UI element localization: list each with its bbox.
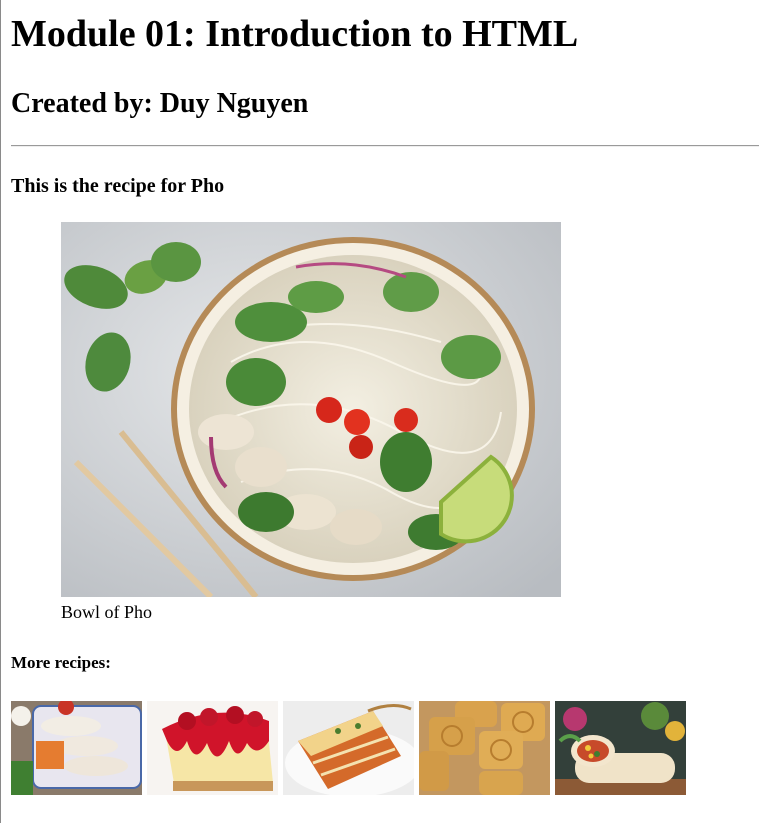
more-recipes-gallery (11, 701, 686, 795)
more-recipes-heading: More recipes: (11, 653, 111, 672)
mooncake-thumbnail (419, 701, 550, 795)
pho-image (61, 222, 561, 597)
recipe-intro: This is the recipe for Pho (11, 175, 225, 197)
lasagna-thumbnail (283, 701, 414, 795)
pho-caption: Bowl of Pho (61, 602, 153, 622)
burrito-thumbnail (555, 701, 686, 795)
pho-figure: Bowl of Pho (61, 222, 561, 621)
divider (11, 145, 759, 147)
page-title: Module 01: Introduction to HTML (11, 13, 579, 55)
author-heading: Created by: Duy Nguyen (11, 88, 309, 119)
cheesecake-thumbnail (147, 701, 278, 795)
spring-rolls-thumbnail (11, 701, 142, 795)
